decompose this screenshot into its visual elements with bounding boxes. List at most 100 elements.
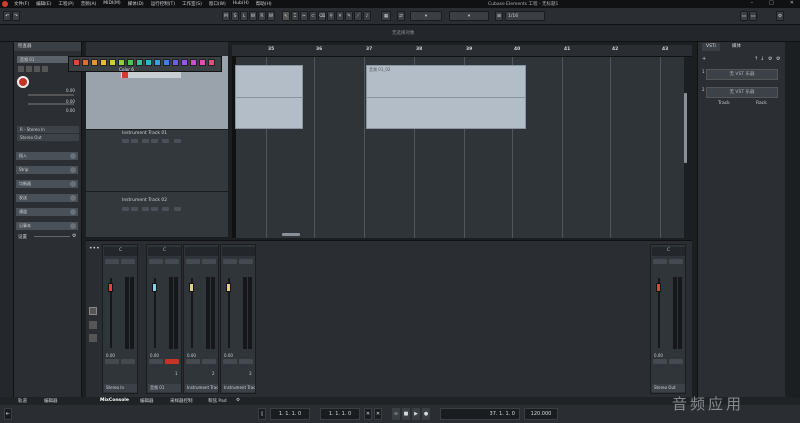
grid-type-dropdown[interactable]: ▾ xyxy=(449,11,489,21)
solo-button[interactable] xyxy=(131,207,138,211)
color-swatch[interactable] xyxy=(208,59,215,66)
instrument-track-02[interactable]: Instrument Track 02 xyxy=(86,192,228,238)
menu-audio[interactable]: 音频(A) xyxy=(81,1,97,7)
section-power-icon[interactable] xyxy=(70,195,76,201)
mute-button[interactable] xyxy=(149,259,163,264)
punch-in-icon[interactable]: ✕ xyxy=(364,408,372,420)
tab-chord-pads[interactable]: 和弦 Pad xyxy=(208,398,227,404)
mixer-side-icon-3[interactable] xyxy=(89,334,97,342)
color-swatch[interactable] xyxy=(190,59,197,66)
tab-sampler-control[interactable]: 采样器控制 xyxy=(170,398,193,404)
channel-name[interactable]: Stereo Out xyxy=(652,384,685,392)
up-arrow-icon[interactable]: ↑ xyxy=(754,56,758,62)
edit-button[interactable] xyxy=(174,207,181,211)
solo-button[interactable] xyxy=(669,259,683,264)
color-swatch[interactable] xyxy=(127,59,134,66)
channel-name[interactable]: 音频 01 xyxy=(148,384,181,392)
color-swatch[interactable] xyxy=(73,59,80,66)
read-button[interactable] xyxy=(186,359,200,364)
solo-mode-button[interactable]: S xyxy=(231,11,239,21)
section-power-icon[interactable] xyxy=(70,167,76,173)
section-eq[interactable]: 均衡器 xyxy=(16,180,78,188)
tab-media[interactable]: 媒体 xyxy=(728,43,745,51)
tab-editor[interactable]: 编辑器 xyxy=(44,398,58,404)
track-label[interactable]: Track xyxy=(718,101,730,106)
channel-name[interactable]: Instrument Trac xyxy=(222,384,255,392)
tab-tracks[interactable]: 轨道 xyxy=(18,398,27,404)
settings-gear-icon-2[interactable]: ⚙ xyxy=(776,56,780,62)
snap-type-dropdown[interactable]: ▾ xyxy=(410,11,442,21)
volume-slider[interactable] xyxy=(28,94,74,96)
write-mode-button[interactable]: W xyxy=(249,11,257,21)
add-instrument-icon[interactable]: + xyxy=(702,56,706,62)
edit-button[interactable] xyxy=(174,139,181,143)
listen-mode-button[interactable]: L xyxy=(240,11,248,21)
write-button[interactable] xyxy=(202,359,216,364)
snap-toggle-icon[interactable]: ⊞ xyxy=(495,11,503,21)
menu-help[interactable]: 帮助(H) xyxy=(256,1,272,7)
gear-icon[interactable]: ⚙ xyxy=(72,233,76,239)
write-button[interactable] xyxy=(121,359,135,364)
draw-tool-icon[interactable]: ✎ xyxy=(345,11,353,21)
color-swatch[interactable] xyxy=(154,59,161,66)
section-inserts[interactable]: 插入 xyxy=(16,152,78,160)
cycle-icon[interactable]: ∞ xyxy=(392,408,400,420)
color-swatch[interactable] xyxy=(172,59,179,66)
channel-name[interactable]: Instrument Trac xyxy=(185,384,218,392)
menu-midi[interactable]: MIDI(M) xyxy=(103,1,120,7)
menu-studio[interactable]: 工作室(S) xyxy=(182,1,202,7)
glue-tool-icon[interactable]: ⊂ xyxy=(309,11,317,21)
right-locator-display[interactable]: 1. 1. 1. 0 xyxy=(320,408,360,420)
write-button[interactable] xyxy=(239,359,253,364)
vertical-scrollbar[interactable] xyxy=(684,93,687,163)
quantize-dropdown[interactable]: 1/16 xyxy=(505,11,545,21)
marker-icon[interactable]: ▯ xyxy=(258,408,266,420)
volume-fader[interactable] xyxy=(152,283,157,292)
erase-tool-icon[interactable]: ⌫ xyxy=(318,11,326,21)
left-locator-display[interactable]: 1. 1. 1. 0 xyxy=(270,408,310,420)
play-icon[interactable]: ▶ xyxy=(412,408,420,420)
read-mode-button[interactable]: R xyxy=(258,11,266,21)
vst-instrument-slot-1[interactable]: 无 VST 乐器 xyxy=(706,69,778,80)
settings-gear-icon[interactable]: ⚙ xyxy=(776,11,784,21)
monitor-button[interactable] xyxy=(162,207,169,211)
menu-transport[interactable]: 运行控制(T) xyxy=(151,1,175,7)
mute-button[interactable] xyxy=(122,139,129,143)
track-record-button[interactable] xyxy=(122,72,128,78)
rack-label[interactable]: Rack xyxy=(756,101,767,106)
section-power-icon[interactable] xyxy=(70,223,76,229)
read-button[interactable] xyxy=(653,359,667,364)
solo-button[interactable] xyxy=(121,259,135,264)
tab-vsti[interactable]: VSTi xyxy=(702,43,720,51)
mute-button[interactable] xyxy=(122,207,129,211)
color-swatch[interactable] xyxy=(199,59,206,66)
section-notepad[interactable]: 记事本 xyxy=(16,222,78,230)
record-enable-icon[interactable] xyxy=(17,76,29,88)
read-button[interactable] xyxy=(105,359,119,364)
color-swatch[interactable] xyxy=(163,59,170,66)
color-swatch[interactable] xyxy=(136,59,143,66)
split-tool-icon[interactable]: ✂ xyxy=(300,11,308,21)
channel-name[interactable]: Stereo In xyxy=(104,384,137,392)
panel-toggle-icon[interactable]: ▭ xyxy=(740,11,748,21)
volume-fader[interactable] xyxy=(108,283,113,292)
menu-file[interactable]: 文件(F) xyxy=(14,1,29,7)
color-swatch[interactable] xyxy=(91,59,98,66)
solo-icon[interactable] xyxy=(26,66,32,72)
volume-fader[interactable] xyxy=(189,283,194,292)
mute-icon[interactable] xyxy=(18,66,24,72)
tempo-display[interactable]: 120.000 xyxy=(524,408,558,420)
minimize-icon[interactable]: – xyxy=(751,0,754,6)
settings-gear-icon[interactable]: ⚙ xyxy=(236,398,240,403)
mixer-side-icon[interactable] xyxy=(89,307,97,315)
section-power-icon[interactable] xyxy=(70,181,76,187)
inspector-footer-slider[interactable] xyxy=(34,236,70,237)
write-button[interactable] xyxy=(151,207,158,211)
channel-strip-instrument-1[interactable]: 0.00 2 Instrument Trac xyxy=(183,244,219,394)
menu-hub[interactable]: Hub(H) xyxy=(233,1,249,7)
event-display[interactable]: 音频 01_02 xyxy=(232,57,687,238)
volume-fader[interactable] xyxy=(656,283,661,292)
menu-project[interactable]: 工程(P) xyxy=(58,1,73,7)
autoscroll-icon[interactable]: ⇄ xyxy=(397,11,405,21)
mute-button[interactable] xyxy=(653,259,667,264)
